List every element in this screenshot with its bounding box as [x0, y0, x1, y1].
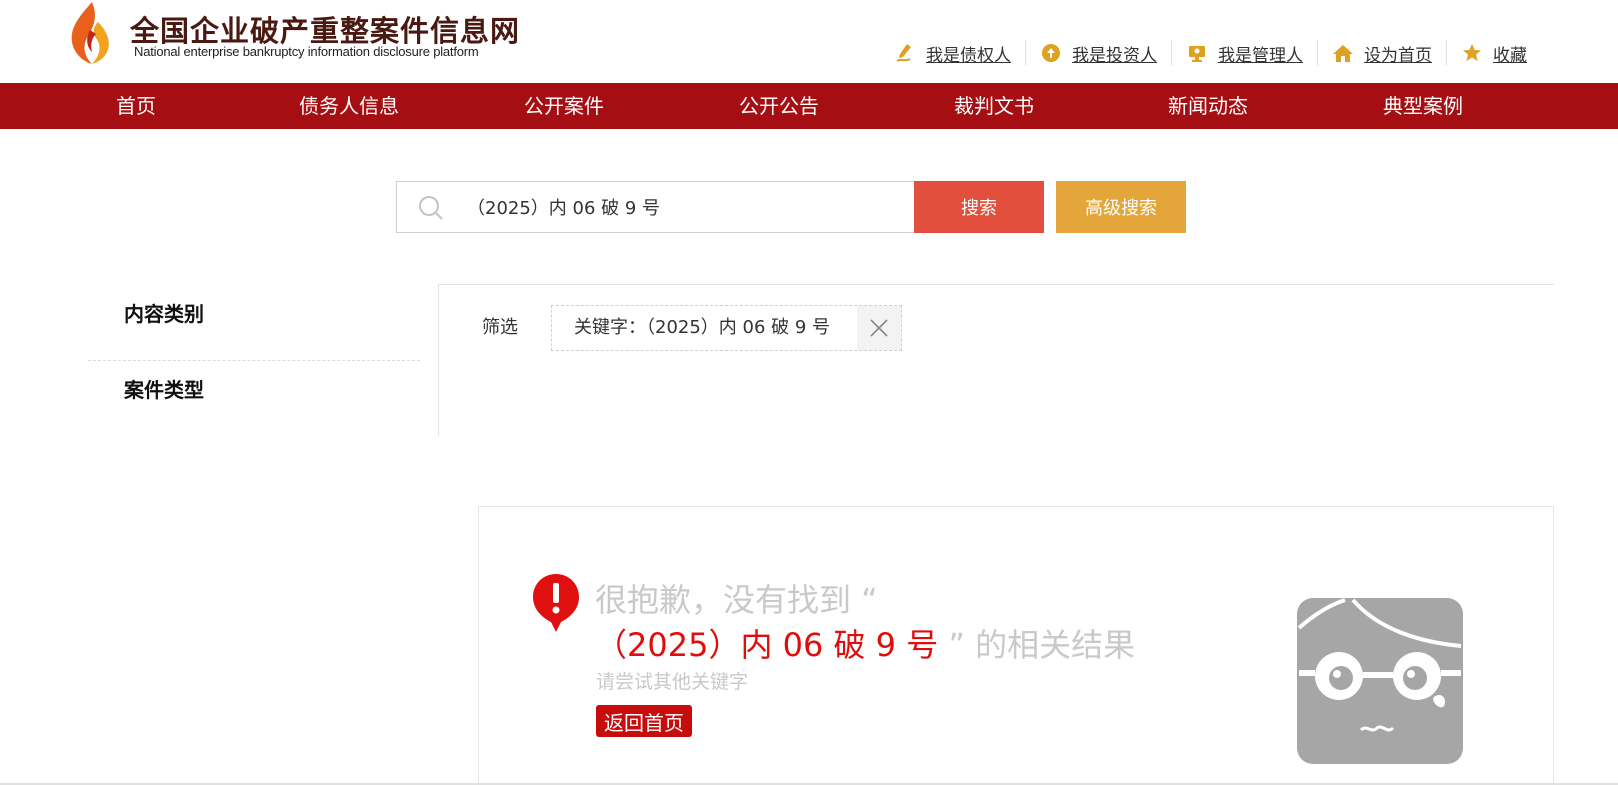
link-investor-label: 我是投资人	[1072, 45, 1157, 66]
sidebar-divider	[88, 360, 420, 361]
nav-item-public-cases[interactable]: 公开案件	[524, 83, 604, 129]
link-set-homepage-label: 设为首页	[1364, 45, 1432, 66]
filter-label: 筛选	[482, 317, 518, 338]
search-input[interactable]	[467, 182, 907, 232]
link-favorite-label: 收藏	[1493, 45, 1527, 66]
no-result-keyword-line: （2025）内 06 破 9 号 ” 的相关结果	[595, 620, 1135, 666]
close-icon[interactable]	[857, 306, 901, 350]
sidebar-content-category[interactable]: 内容类别	[124, 298, 204, 327]
sad-face-icon	[1297, 598, 1463, 764]
link-favorite[interactable]: 收藏	[1447, 40, 1541, 66]
star-icon	[1461, 42, 1483, 64]
search-icon	[419, 196, 443, 220]
creditor-icon	[894, 42, 916, 64]
nav-item-debtor-info[interactable]: 债务人信息	[299, 83, 399, 129]
link-manager-label: 我是管理人	[1218, 45, 1303, 66]
search-button[interactable]: 搜索	[914, 181, 1044, 233]
nav-item-home[interactable]: 首页	[116, 83, 156, 129]
home-icon	[1332, 42, 1354, 64]
back-home-button[interactable]: 返回首页	[596, 705, 692, 737]
advanced-search-button[interactable]: 高级搜索	[1056, 181, 1186, 233]
no-result-keyword: （2025）内 06 破 9 号	[595, 626, 939, 664]
search-box	[396, 181, 915, 233]
link-creditor[interactable]: 我是债权人	[880, 40, 1026, 66]
manager-icon	[1186, 42, 1208, 64]
link-creditor-label: 我是债权人	[926, 45, 1011, 66]
nav-item-typical-cases[interactable]: 典型案例	[1383, 83, 1463, 129]
link-set-homepage[interactable]: 设为首页	[1318, 40, 1447, 66]
no-result-hint: 请尝试其他关键字	[596, 671, 749, 693]
nav-item-news[interactable]: 新闻动态	[1168, 83, 1248, 129]
site-logo-icon[interactable]	[68, 0, 114, 66]
filter-tag-keyword: 关键字：（2025）内 06 破 9 号	[551, 305, 902, 351]
site-subtitle: National enterprise bankruptcy informati…	[134, 44, 479, 59]
alert-icon	[533, 574, 579, 632]
investor-icon	[1040, 42, 1062, 64]
nav-item-judgments[interactable]: 裁判文书	[954, 83, 1034, 129]
filter-tag-text: 关键字：（2025）内 06 破 9 号	[574, 317, 831, 338]
site-header: 全国企业破产重整案件信息网 National enterprise bankru…	[0, 0, 1618, 83]
top-links: 我是债权人 我是投资人 我是管理人 设为首页 收藏	[880, 40, 1541, 66]
no-result-message: 很抱歉，没有找到 “	[595, 581, 878, 619]
no-result-suffix: ” 的相关结果	[938, 626, 1136, 664]
main-nav: 首页 债务人信息 公开案件 公开公告 裁判文书 新闻动态 典型案例	[0, 83, 1618, 129]
link-investor[interactable]: 我是投资人	[1026, 40, 1172, 66]
sidebar-case-type[interactable]: 案件类型	[124, 374, 204, 403]
link-manager[interactable]: 我是管理人	[1172, 40, 1318, 66]
nav-item-public-notices[interactable]: 公开公告	[739, 83, 819, 129]
